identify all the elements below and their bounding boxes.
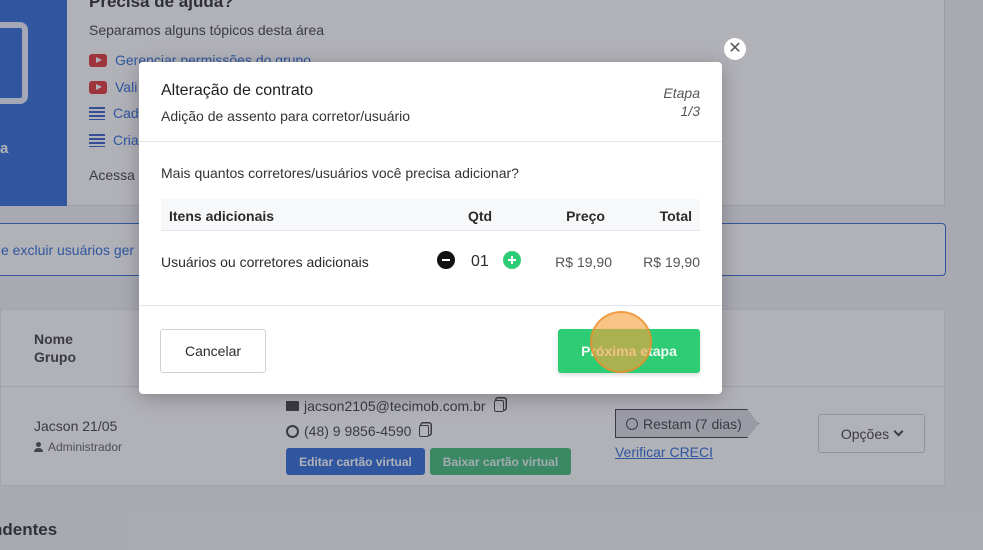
step-label: Etapa <box>663 85 700 101</box>
items-table: Itens adicionais Qtd Preço Total Usuário… <box>161 199 700 293</box>
item-total: R$ 19,90 <box>643 254 700 270</box>
cancel-button[interactable]: Cancelar <box>160 329 266 373</box>
modal-title: Alteração de contrato <box>161 82 314 99</box>
modal-subtitle: Adição de assento para corretor/usuário <box>161 108 411 124</box>
modal-header: Alteração de contrato Adição de assento … <box>139 62 722 142</box>
step-indicator: Etapa 1/3 <box>663 84 700 120</box>
decrease-qty-button[interactable] <box>437 251 455 269</box>
contract-change-modal: Alteração de contrato Adição de assento … <box>139 62 722 394</box>
items-table-header: Itens adicionais Qtd Preço Total <box>161 199 700 231</box>
next-step-button[interactable]: Próxima etapa <box>558 329 700 373</box>
column-total: Total <box>659 208 692 224</box>
modal-question: Mais quantos corretores/usuários você pr… <box>161 165 519 181</box>
column-price: Preço <box>566 208 605 224</box>
item-name: Usuários ou corretores adicionais <box>161 254 369 270</box>
item-price: R$ 19,90 <box>555 254 612 270</box>
table-row: Usuários ou corretores adicionais 01 R$ … <box>161 231 700 293</box>
column-qty: Qtd <box>468 208 493 224</box>
increase-qty-button[interactable] <box>503 251 521 269</box>
qty-value: 01 <box>471 253 489 270</box>
modal-footer: Cancelar Próxima etapa <box>139 305 722 394</box>
close-icon[interactable]: ✕ <box>724 38 746 60</box>
column-items: Itens adicionais <box>169 208 275 224</box>
step-value: 1/3 <box>680 103 700 119</box>
